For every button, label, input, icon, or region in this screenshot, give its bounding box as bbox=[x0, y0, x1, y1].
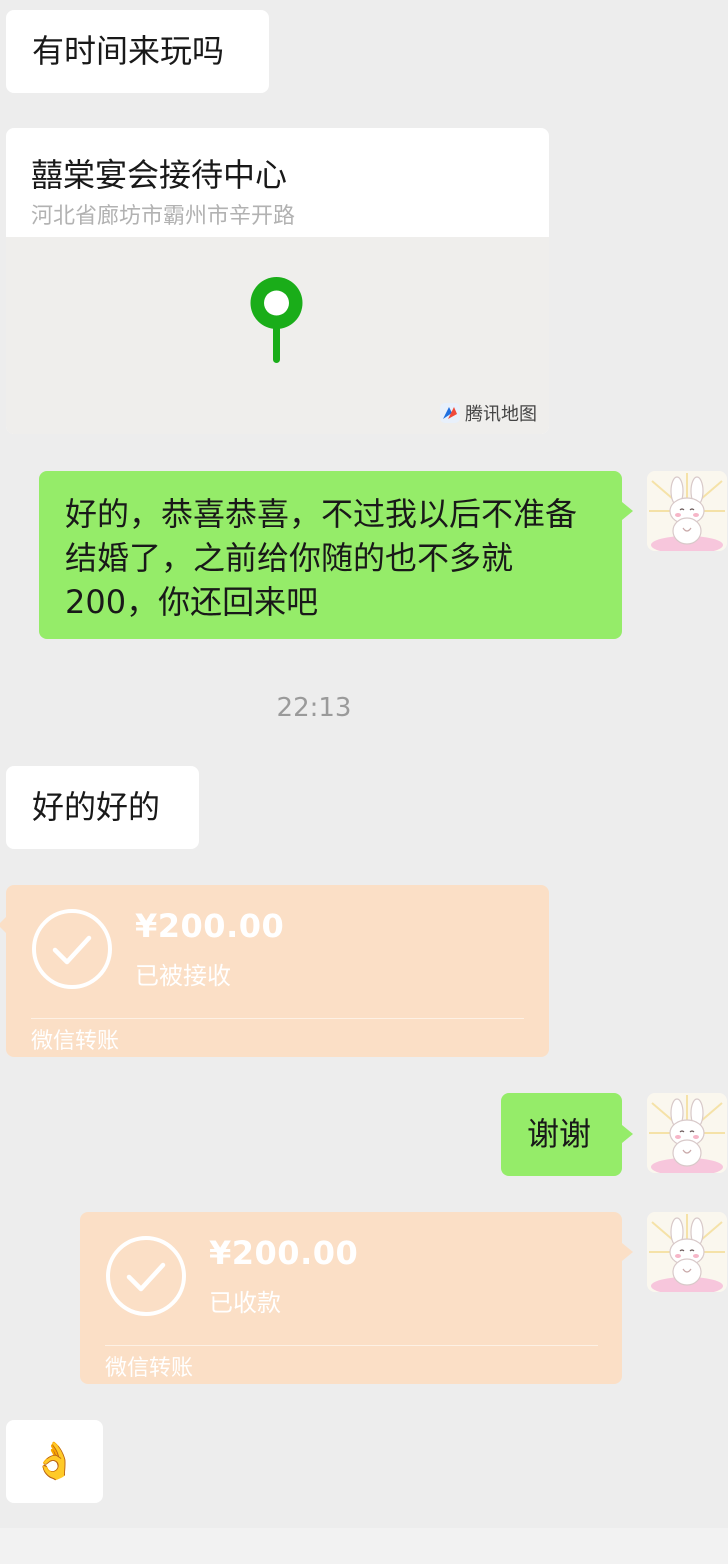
transfer-brand: 微信转账 bbox=[105, 1356, 194, 1381]
transfer-card-sent[interactable]: ¥200.00 已收款 微信转账 bbox=[80, 1212, 622, 1384]
location-card[interactable]: 囍棠宴会接待中心 河北省廊坊市霸州市辛开路 腾讯地图 bbox=[6, 128, 549, 434]
check-circle-icon bbox=[106, 1236, 186, 1316]
transfer-amount: ¥200.00 bbox=[135, 907, 285, 945]
message-text: 好的，恭喜恭喜，不过我以后不准备结婚了，之前给你随的也不多就200，你还回来吧 bbox=[65, 495, 578, 621]
timestamp: 22:13 bbox=[276, 693, 352, 723]
bottom-divider bbox=[0, 1528, 728, 1564]
message-received-1[interactable]: 有时间来玩吗 bbox=[6, 10, 269, 93]
check-circle-icon bbox=[32, 909, 112, 989]
location-address: 河北省廊坊市霸州市辛开路 bbox=[31, 204, 296, 229]
message-received-3[interactable]: 👌 bbox=[6, 1420, 103, 1503]
tencent-map-logo-icon bbox=[440, 403, 460, 423]
bunny-avatar-icon bbox=[647, 1212, 727, 1292]
bubble-tail bbox=[622, 1125, 633, 1143]
message-text: 有时间来玩吗 bbox=[32, 32, 225, 70]
transfer-status: 已收款 bbox=[209, 1289, 281, 1317]
transfer-brand: 微信转账 bbox=[31, 1029, 120, 1054]
map-preview[interactable]: 腾讯地图 bbox=[6, 237, 549, 434]
bubble-tail bbox=[622, 1243, 633, 1261]
location-title: 囍棠宴会接待中心 bbox=[31, 156, 288, 194]
bunny-avatar-icon bbox=[647, 1093, 727, 1173]
avatar[interactable] bbox=[647, 471, 727, 551]
message-text: 谢谢 bbox=[527, 1115, 592, 1153]
tencent-map-badge: 腾讯地图 bbox=[439, 400, 537, 426]
message-sent-1[interactable]: 好的，恭喜恭喜，不过我以后不准备结婚了，之前给你随的也不多就200，你还回来吧 bbox=[39, 471, 622, 639]
avatar[interactable] bbox=[647, 1093, 727, 1173]
location-pin-icon bbox=[250, 277, 303, 363]
bunny-avatar-icon bbox=[647, 471, 727, 551]
avatar[interactable] bbox=[647, 1212, 727, 1292]
map-provider-label: 腾讯地图 bbox=[465, 404, 537, 425]
transfer-card-received[interactable]: ¥200.00 已被接收 微信转账 bbox=[6, 885, 549, 1057]
bubble-tail bbox=[622, 502, 633, 520]
divider bbox=[105, 1345, 598, 1346]
message-sent-2[interactable]: 谢谢 bbox=[501, 1093, 622, 1176]
transfer-amount: ¥200.00 bbox=[209, 1234, 359, 1272]
message-received-2[interactable]: 好的好的 bbox=[6, 766, 199, 849]
message-text: 好的好的 bbox=[32, 788, 161, 826]
ok-hand-emoji: 👌 bbox=[32, 1440, 77, 1482]
divider bbox=[31, 1018, 524, 1019]
transfer-status: 已被接收 bbox=[135, 962, 231, 990]
